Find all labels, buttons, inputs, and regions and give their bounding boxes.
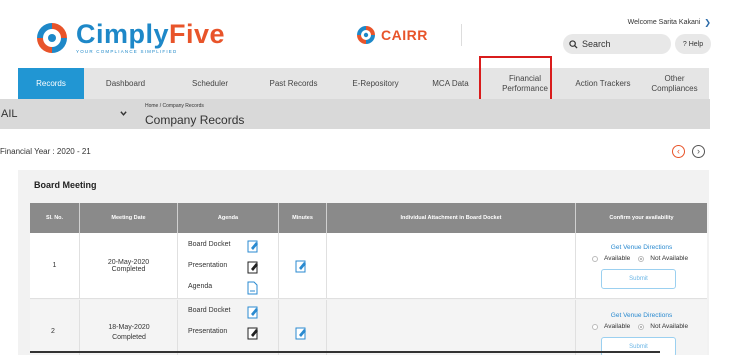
cimplyfive-logo[interactable]: CimplyFive YOUR COMPLIANCE SIMPLIFIED [34,20,225,56]
header-divider [461,24,462,46]
available-radio[interactable] [592,255,598,262]
company-select[interactable]: AIL [0,99,135,129]
edit-document-icon[interactable] [247,239,259,253]
chevron-down-icon: ❯ [704,18,711,27]
minutes-cell [279,300,327,355]
nav-mca-data[interactable]: MCA Data [417,68,484,99]
edit-document-icon[interactable] [295,259,307,273]
nav-scheduler[interactable]: Scheduler [167,68,253,99]
brand-name: CimplyFive [76,19,226,49]
meeting-date-cell: 20-May-2020 Completed [80,233,178,298]
column-header: Meeting Date [80,203,178,233]
search-input[interactable]: Search [563,34,671,54]
venue-directions-link[interactable]: Get Venue Directions [576,312,707,319]
highlight-box [479,56,552,101]
next-arrow-icon[interactable]: › [692,145,705,158]
available-label: Available [604,255,631,262]
previous-arrow-icon[interactable]: ‹ [672,145,685,158]
not-available-radio[interactable] [638,323,645,330]
availability-cell: Get Venue Directions Available Not Avail… [576,233,707,298]
not-available-label: Not Available [650,323,689,330]
attachment-cell [327,233,576,298]
agenda-board-docket: Board Docket [188,241,231,248]
column-header: Minutes [279,203,327,233]
search-icon [569,39,578,49]
horizontal-scrollbar[interactable] [30,351,660,353]
agenda-presentation: Presentation [188,262,228,269]
nav-action-trackers[interactable]: Action Trackers [566,68,640,99]
table-header: Sl. No. Meeting Date Agenda Minutes Indi… [30,203,707,233]
panel-title: Board Meeting [34,180,97,190]
financial-year: Financial Year : 2020 - 21 [0,147,91,156]
chevron-down-icon [120,111,127,116]
meeting-status: Completed [112,334,146,341]
venue-directions-link[interactable]: Get Venue Directions [576,244,707,251]
attachment-cell [327,300,576,355]
sl-no-cell: 2 [30,300,80,355]
meeting-date-cell: 18-May-2020 Completed [80,300,178,355]
breadcrumb[interactable]: Home / Company Records [145,103,204,109]
document-icon[interactable] [247,281,259,295]
welcome-text: Welcome Sarita Kakani [627,19,701,26]
agenda-presentation: Presentation [188,328,228,335]
user-menu[interactable]: Welcome Sarita Kakani ❯ [628,18,711,27]
column-header: Agenda [178,203,279,233]
sl-no: 1 [30,233,80,298]
company-select-value: AIL [1,108,18,120]
sl-no: 2 [51,328,55,335]
availability-options: Available Not Available [592,255,688,262]
not-available-label: Not Available [650,255,689,262]
minutes-cell [279,233,327,298]
nav-e-repository[interactable]: E-Repository [334,68,417,99]
agenda-board-docket: Board Docket [188,307,231,314]
cimplyfive-logo-icon [37,23,67,53]
page-title: Company Records [145,113,245,127]
not-available-radio[interactable] [638,255,645,262]
edit-document-icon[interactable] [247,260,259,274]
nav-dashboard[interactable]: Dashboard [84,68,167,99]
submit-button[interactable]: Submit [601,269,676,289]
available-label: Available [604,323,631,330]
agenda-cell: Board Docket Presentation Agenda [178,233,279,298]
available-radio[interactable] [592,323,598,330]
cairr-name: CAIRR [381,27,428,43]
column-header: Sl. No. [30,203,80,233]
nav-other-compliances[interactable]: Other Compliances [640,68,709,99]
meeting-date: 18-May-2020 [108,324,150,331]
search-placeholder: Search [582,39,611,49]
edit-document-icon[interactable] [247,305,259,319]
nav-past-records[interactable]: Past Records [253,68,334,99]
agenda-agenda: Agenda [188,283,213,290]
agenda-cell: Board Docket Presentation [178,300,279,355]
board-meeting-panel: Board Meeting Sl. No. Meeting Date Agend… [18,170,709,355]
help-button[interactable]: ? Help [675,34,711,54]
availability-cell: Get Venue Directions Available Not Avail… [576,300,707,355]
edit-document-icon[interactable] [295,326,307,340]
cairr-logo-icon [357,26,375,44]
meeting-status: Completed [111,265,146,273]
cairr-logo: CAIRR [356,25,428,45]
column-header: Confirm your availability [609,215,674,221]
sub-header: AIL Home / Company Records Company Recor… [0,99,710,129]
availability-options: Available Not Available [592,323,688,330]
table-row: 1 20-May-2020 Completed Board Docket Pre… [30,233,707,299]
nav-records[interactable]: Records [18,68,84,99]
meeting-date: 20-May-2020 [107,258,150,266]
edit-document-icon[interactable] [247,326,259,340]
brand-tagline: YOUR COMPLIANCE SIMPLIFIED [76,49,178,54]
table-row: 2 18-May-2020 Completed Board Docket Pre… [30,300,707,355]
app-header: CimplyFive YOUR COMPLIANCE SIMPLIFIED CA… [0,0,731,68]
main-nav: Records Dashboard Scheduler Past Records… [18,68,709,99]
column-header: Individual Attachment in Board Docket [327,203,576,233]
